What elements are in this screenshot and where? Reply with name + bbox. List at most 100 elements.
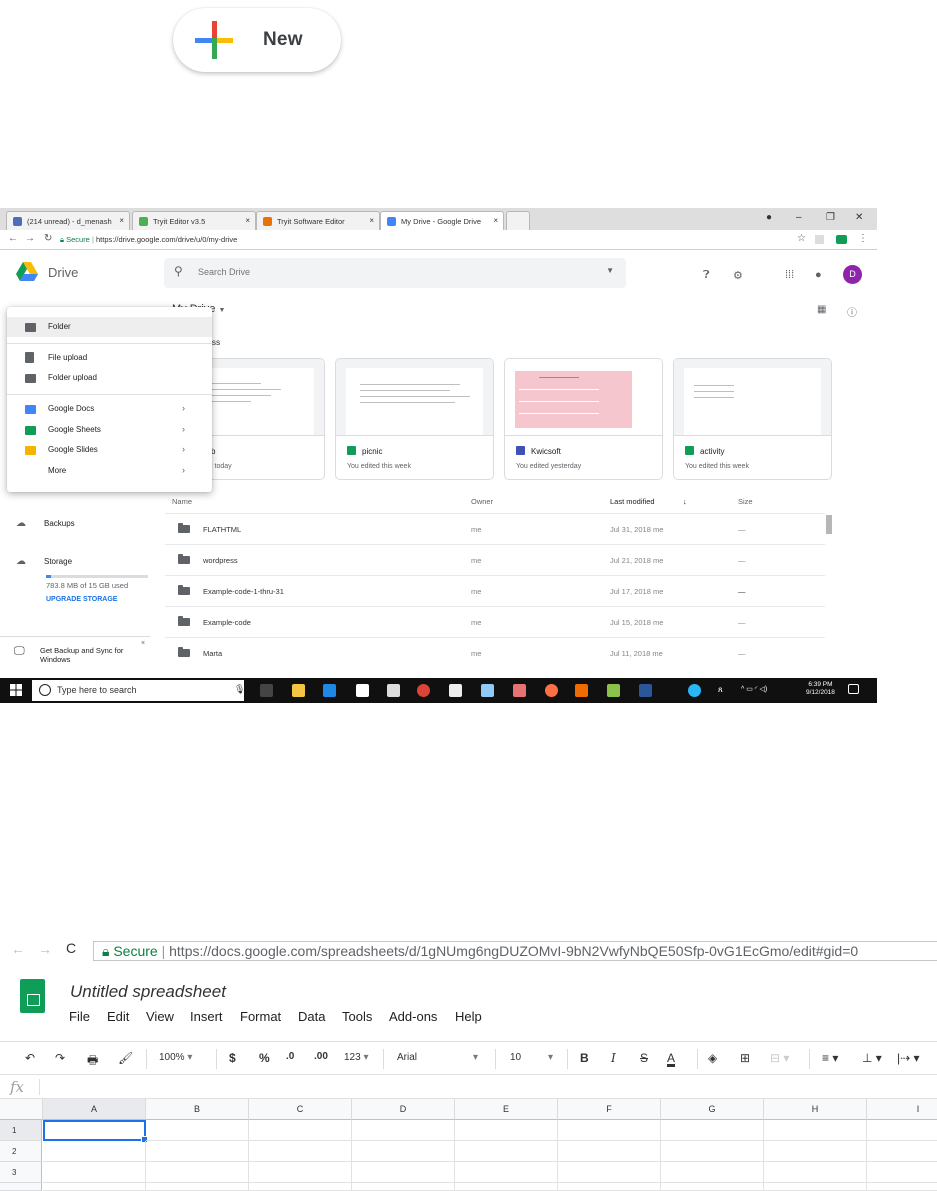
new-button[interactable]: New (173, 8, 341, 72)
firefox-icon[interactable] (545, 684, 558, 697)
column-header-d[interactable]: D (352, 1099, 455, 1120)
search-icon[interactable]: ⚲ (174, 264, 183, 278)
more-formats-select[interactable]: 123 ▾ (344, 1052, 369, 1063)
text-wrap-icon[interactable]: |⇢ ▾ (897, 1051, 920, 1065)
menu-format[interactable]: Format (240, 1009, 281, 1024)
menu-edit[interactable]: Edit (107, 1009, 129, 1024)
column-header-i[interactable]: I (867, 1099, 937, 1120)
chrome-icon[interactable] (417, 684, 430, 697)
task-view-icon[interactable] (260, 684, 273, 697)
row-header-1[interactable]: 1 (0, 1120, 42, 1141)
sheets-logo-icon[interactable] (20, 979, 45, 1013)
grid-cell[interactable] (43, 1141, 146, 1162)
currency-button[interactable]: $ (229, 1051, 236, 1065)
extension-icon[interactable] (836, 235, 847, 244)
sidebar-item-backups[interactable]: ☁ Backups (16, 518, 75, 529)
file-explorer-icon[interactable] (292, 684, 305, 697)
grid-cell[interactable] (249, 1162, 352, 1183)
column-header-e[interactable]: E (455, 1099, 558, 1120)
document-title[interactable]: Untitled spreadsheet (70, 982, 226, 1002)
grid-cell[interactable] (43, 1183, 146, 1191)
grid-cell[interactable] (764, 1183, 867, 1191)
column-header-b[interactable]: B (146, 1099, 249, 1120)
grid-cell[interactable] (867, 1141, 937, 1162)
paint-icon[interactable] (513, 684, 526, 697)
grid-cell[interactable] (352, 1120, 455, 1141)
italic-button[interactable]: I (611, 1051, 616, 1065)
grid-cell[interactable] (352, 1162, 455, 1183)
horizontal-align-icon[interactable]: ≡ ▾ (822, 1051, 838, 1065)
sort-arrow-icon[interactable]: ↓ (683, 497, 687, 506)
tab-gmail[interactable]: (214 unread) - d_menash × (6, 211, 130, 230)
quick-access-card[interactable]: activity You edited this week (673, 358, 832, 480)
edge-icon[interactable] (323, 684, 336, 697)
close-icon[interactable]: × (119, 216, 124, 225)
tab-my-drive[interactable]: My Drive - Google Drive × (380, 211, 504, 230)
url-field[interactable]: 🔒︎ Secure | https://drive.google.com/dri… (60, 232, 800, 247)
notifications-icon[interactable]: ● (815, 269, 822, 281)
grid-cell[interactable] (558, 1120, 661, 1141)
forward-icon[interactable]: → (38, 941, 52, 957)
grid-cell[interactable] (249, 1141, 352, 1162)
grid-cell[interactable] (867, 1183, 937, 1191)
menu-item-google-slides[interactable]: Google Slides › (7, 440, 212, 460)
menu-view[interactable]: View (146, 1009, 174, 1024)
grid-cell[interactable] (146, 1183, 249, 1191)
star-icon[interactable]: ☆ (797, 233, 806, 244)
column-header-owner[interactable]: Owner (471, 497, 493, 506)
menu-data[interactable]: Data (298, 1009, 325, 1024)
grid-cell[interactable] (558, 1141, 661, 1162)
menu-tools[interactable]: Tools (342, 1009, 372, 1024)
zoom-select[interactable]: 100% ▾ (159, 1052, 192, 1063)
close-icon[interactable]: × (245, 216, 250, 225)
font-size-select[interactable]: 10 ▾ (510, 1052, 553, 1063)
grid-cell[interactable] (146, 1162, 249, 1183)
increase-decimal-button[interactable]: .00 (314, 1051, 328, 1062)
grid-cell[interactable] (661, 1183, 764, 1191)
vertical-align-icon[interactable]: ⊥ ▾ (862, 1051, 882, 1065)
store-icon[interactable] (387, 684, 400, 697)
tab-tryit-software[interactable]: Tryit Software Editor × (256, 211, 380, 230)
reload-icon[interactable]: C (66, 940, 76, 956)
upgrade-storage-link[interactable]: UPGRADE STORAGE (46, 596, 117, 603)
xampp-icon[interactable] (575, 684, 588, 697)
column-header-name[interactable]: Name (172, 497, 192, 506)
column-header-h[interactable]: H (764, 1099, 867, 1120)
help-icon[interactable]: ❓︎ (703, 269, 710, 282)
column-header-f[interactable]: F (558, 1099, 661, 1120)
url-field[interactable]: 🔒︎ Secure | https://docs.google.com/spre… (93, 941, 937, 961)
grid-cell[interactable] (455, 1183, 558, 1191)
grid-cell[interactable] (764, 1120, 867, 1141)
paint-format-icon[interactable]: 🖌︎ (118, 1051, 133, 1065)
grid-cell[interactable] (558, 1162, 661, 1183)
grid-cell[interactable] (661, 1162, 764, 1183)
row-header-3[interactable]: 3 (0, 1162, 42, 1183)
system-tray-icons[interactable]: ^ ▭ ◜ ◁) (741, 685, 801, 698)
windows-start-icon[interactable] (10, 684, 22, 696)
app-icon[interactable] (481, 684, 494, 697)
search-box[interactable]: ⚲ ▼ (164, 258, 626, 288)
quick-access-card[interactable]: Kwicsoft You edited yesterday (504, 358, 663, 480)
grid-cell[interactable] (43, 1162, 146, 1183)
column-header-a[interactable]: A (43, 1099, 146, 1120)
column-header-c[interactable]: C (249, 1099, 352, 1120)
close-icon[interactable]: × (369, 216, 374, 225)
search-options-icon[interactable]: ▼ (606, 266, 614, 275)
minimize-icon[interactable]: – (796, 212, 802, 223)
more-vert-icon[interactable]: ⋮ (858, 233, 868, 244)
quick-access-card[interactable]: picnic You edited this week (335, 358, 494, 480)
column-header-size[interactable]: Size (738, 497, 753, 506)
close-icon[interactable]: × (493, 216, 498, 225)
action-center-icon[interactable] (848, 684, 859, 694)
microphone-icon[interactable]: 🎙︎ (234, 684, 245, 695)
selected-cell[interactable] (43, 1120, 148, 1143)
apps-grid-icon[interactable]: ⁞⁞⁞ (785, 269, 794, 281)
column-header-g[interactable]: G (661, 1099, 764, 1120)
close-icon[interactable]: × (141, 640, 145, 647)
select-all-corner[interactable] (0, 1099, 43, 1120)
formula-input[interactable] (44, 1077, 924, 1097)
tab-tryit-editor[interactable]: Tryit Editor v3.5 × (132, 211, 256, 230)
row-header-4[interactable] (0, 1183, 42, 1191)
grid-cell[interactable] (661, 1120, 764, 1141)
borders-icon[interactable]: ⊞ (740, 1051, 750, 1065)
